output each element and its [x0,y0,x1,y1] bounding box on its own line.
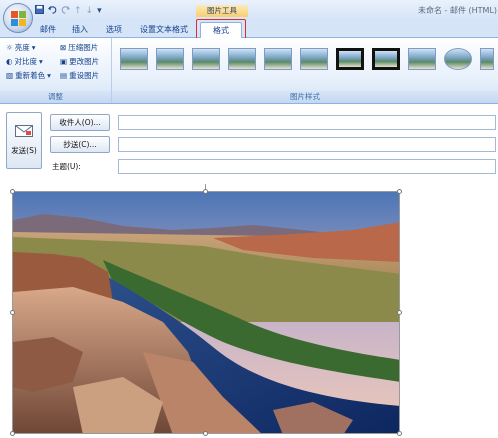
redo-icon[interactable] [61,5,70,17]
brightness-button[interactable]: ☼ 亮度 ▾ [6,43,36,53]
office-button[interactable] [3,3,33,33]
customize-qat-icon[interactable]: ▾ [97,6,102,16]
office-logo-icon [10,10,26,26]
chevron-down-icon: ▾ [31,43,36,52]
recolor-button[interactable]: ▧ 重新着色 ▾ [6,71,51,81]
recolor-icon: ▧ [6,71,14,80]
contrast-icon: ◐ [6,57,13,66]
resize-handle-top-right[interactable] [397,189,402,194]
picture-styles-group: 图片样式 [112,38,498,103]
quick-access-toolbar: ↑ ↓ ▾ [35,5,102,17]
document-title: 未命名 - 邮件 (HTML) [418,6,498,15]
to-field[interactable] [118,115,496,130]
change-picture-button[interactable]: ▣ 更改图片 [60,57,99,67]
cc-button[interactable]: 抄送(C)... [50,136,110,153]
chevron-down-icon: ▾ [47,71,51,80]
change-picture-icon: ▣ [60,57,68,66]
resize-handle-top-left[interactable] [10,189,15,194]
send-icon [15,125,33,139]
to-button[interactable]: 收件人(O)... [50,114,110,131]
picture-style-7[interactable] [336,48,364,70]
subject-label: 主题(U): [52,162,81,171]
ribbon-tabs: 邮件 插入 选项 设置文本格式 格式 [0,20,498,38]
message-body[interactable] [0,180,498,438]
picture-style-4[interactable] [228,48,256,70]
undo-icon[interactable] [48,5,57,17]
reset-picture-button[interactable]: ▤ 重设图片 [60,71,99,81]
picture-style-1[interactable] [120,48,148,70]
cc-field[interactable] [118,137,496,152]
recolor-label: 重新着色 [15,71,46,80]
resize-handle-bottom-left[interactable] [10,431,15,436]
picture-tools-context-title: 图片工具 [196,5,248,17]
picture-style-8[interactable] [372,48,400,70]
picture-style-9[interactable] [408,48,436,70]
message-header: 发送(S) 收件人(O)... 抄送(C)... 主题(U): [0,105,498,180]
resize-handle-bottom[interactable] [203,431,208,436]
contrast-button[interactable]: ◐ 对比度 ▾ [6,57,43,67]
ribbon: ☼ 亮度 ▾ ◐ 对比度 ▾ ▧ 重新着色 ▾ ⊠ 压缩图片 ▣ 更改图片 ▤ 重设图片 调整 图… [0,38,498,104]
reset-picture-label: 重设图片 [69,71,100,80]
brightness-label: 亮度 [14,43,30,52]
tab-mail[interactable]: 邮件 [36,22,60,38]
tab-options[interactable]: 选项 [102,22,126,38]
change-picture-label: 更改图片 [69,57,100,66]
tab-insert[interactable]: 插入 [68,22,92,38]
tab-format-text[interactable]: 设置文本格式 [136,22,192,38]
resize-handle-bottom-right[interactable] [397,431,402,436]
chevron-down-icon: ▾ [39,57,43,66]
picture-style-10[interactable] [444,48,472,70]
arrow-up-icon[interactable]: ↑ [74,6,82,16]
picture-style-6[interactable] [300,48,328,70]
contrast-label: 对比度 [14,57,38,66]
picture-style-2[interactable] [156,48,184,70]
adjust-group: ☼ 亮度 ▾ ◐ 对比度 ▾ ▧ 重新着色 ▾ ⊠ 压缩图片 ▣ 更改图片 ▤ 重设图片 调整 [0,38,112,103]
picture-style-3[interactable] [192,48,220,70]
inserted-picture[interactable] [12,191,400,434]
picture-styles-group-label: 图片样式 [112,91,498,103]
picture-style-11[interactable] [480,48,494,70]
compress-icon: ⊠ [60,43,67,52]
picture-style-5[interactable] [264,48,292,70]
adjust-group-label: 调整 [0,91,111,103]
subject-field[interactable] [118,159,496,174]
resize-handle-left[interactable] [10,310,15,315]
reset-picture-icon: ▤ [60,71,68,80]
resize-handle-top[interactable] [203,189,208,194]
arrow-down-icon[interactable]: ↓ [86,6,94,16]
send-label: 发送(S) [11,146,37,155]
compress-pictures-button[interactable]: ⊠ 压缩图片 [60,43,98,53]
sun-icon: ☼ [6,43,13,52]
compress-label: 压缩图片 [68,43,99,52]
save-icon[interactable] [35,5,44,17]
resize-handle-right[interactable] [397,310,402,315]
landscape-image [13,192,399,433]
send-button[interactable]: 发送(S) [6,112,42,169]
